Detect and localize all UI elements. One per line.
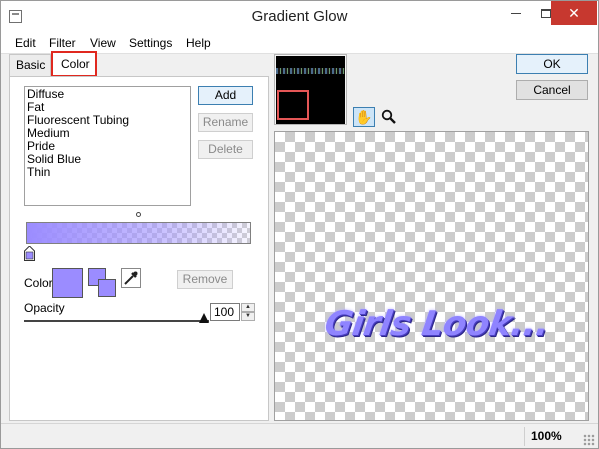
navigator-viewport-rect[interactable]	[277, 90, 309, 120]
opacity-increment-button[interactable]: ▲	[241, 303, 255, 312]
ok-button[interactable]: OK	[516, 54, 588, 74]
maximize-icon	[541, 9, 551, 19]
hand-tool-button[interactable]: ✋	[353, 107, 375, 127]
menu-filter[interactable]: Filter	[49, 36, 76, 50]
eyedropper-button[interactable]	[121, 268, 141, 288]
zoom-level: 100%	[531, 429, 562, 443]
status-divider	[524, 427, 525, 446]
size-grip-icon[interactable]	[583, 434, 595, 446]
rename-button[interactable]: Rename	[198, 113, 253, 132]
opacity-label: Opacity	[24, 301, 65, 315]
hand-tool-icon: ✋	[355, 109, 373, 125]
preview-text: Girls Look...	[322, 304, 552, 344]
settings-panel: Basic Color Diffuse Fat Fluorescent Tubi…	[9, 51, 269, 421]
preset-list[interactable]: Diffuse Fat Fluorescent Tubing Medium Pr…	[24, 86, 191, 206]
minimize-icon	[511, 13, 521, 15]
color-pair-swatch[interactable]	[88, 268, 118, 298]
list-item[interactable]: Diffuse	[27, 88, 188, 101]
color-tab-panel: Diffuse Fat Fluorescent Tubing Medium Pr…	[9, 76, 269, 421]
menu-settings[interactable]: Settings	[129, 36, 172, 50]
cancel-button[interactable]: Cancel	[516, 80, 588, 100]
navigator-thumbnail[interactable]	[274, 54, 347, 125]
opacity-slider[interactable]	[24, 320, 209, 322]
primary-color-swatch[interactable]	[98, 279, 116, 297]
list-item[interactable]: Solid Blue	[27, 153, 188, 166]
opacity-decrement-button[interactable]: ▼	[241, 312, 255, 321]
opacity-input[interactable]: 100	[210, 303, 240, 321]
eyedropper-icon	[124, 271, 138, 285]
zoom-tool-icon	[381, 109, 396, 124]
thumbnail-content	[276, 68, 345, 74]
remove-button[interactable]: Remove	[177, 270, 233, 289]
thumbnail-image	[276, 56, 345, 124]
menu-help[interactable]: Help	[186, 36, 211, 50]
tab-color[interactable]: Color	[51, 51, 97, 77]
status-bar: 100%	[1, 423, 598, 448]
color-label: Color	[24, 276, 53, 290]
title-bar: Gradient Glow ✕	[1, 1, 598, 32]
preview-canvas[interactable]: Girls Look...	[274, 131, 589, 421]
minimize-button[interactable]	[501, 1, 531, 25]
tab-basic[interactable]: Basic	[9, 54, 51, 76]
gradient-midpoint-handle[interactable]	[136, 212, 141, 217]
color-swatch[interactable]	[52, 268, 83, 298]
menu-edit[interactable]: Edit	[15, 36, 36, 50]
delete-button[interactable]: Delete	[198, 140, 253, 159]
gradient-stop-icon[interactable]	[24, 246, 35, 261]
close-icon: ✕	[568, 5, 580, 21]
gradient-bar[interactable]	[26, 222, 251, 244]
gradient-glow-dialog: Gradient Glow ✕ Edit Filter View Setting…	[0, 0, 599, 449]
opacity-slider-thumb[interactable]	[199, 313, 209, 323]
list-item[interactable]: Thin	[27, 166, 188, 179]
zoom-tool-button[interactable]	[378, 107, 400, 127]
close-button[interactable]: ✕	[551, 1, 597, 25]
add-button[interactable]: Add	[198, 86, 253, 105]
menu-view[interactable]: View	[90, 36, 116, 50]
